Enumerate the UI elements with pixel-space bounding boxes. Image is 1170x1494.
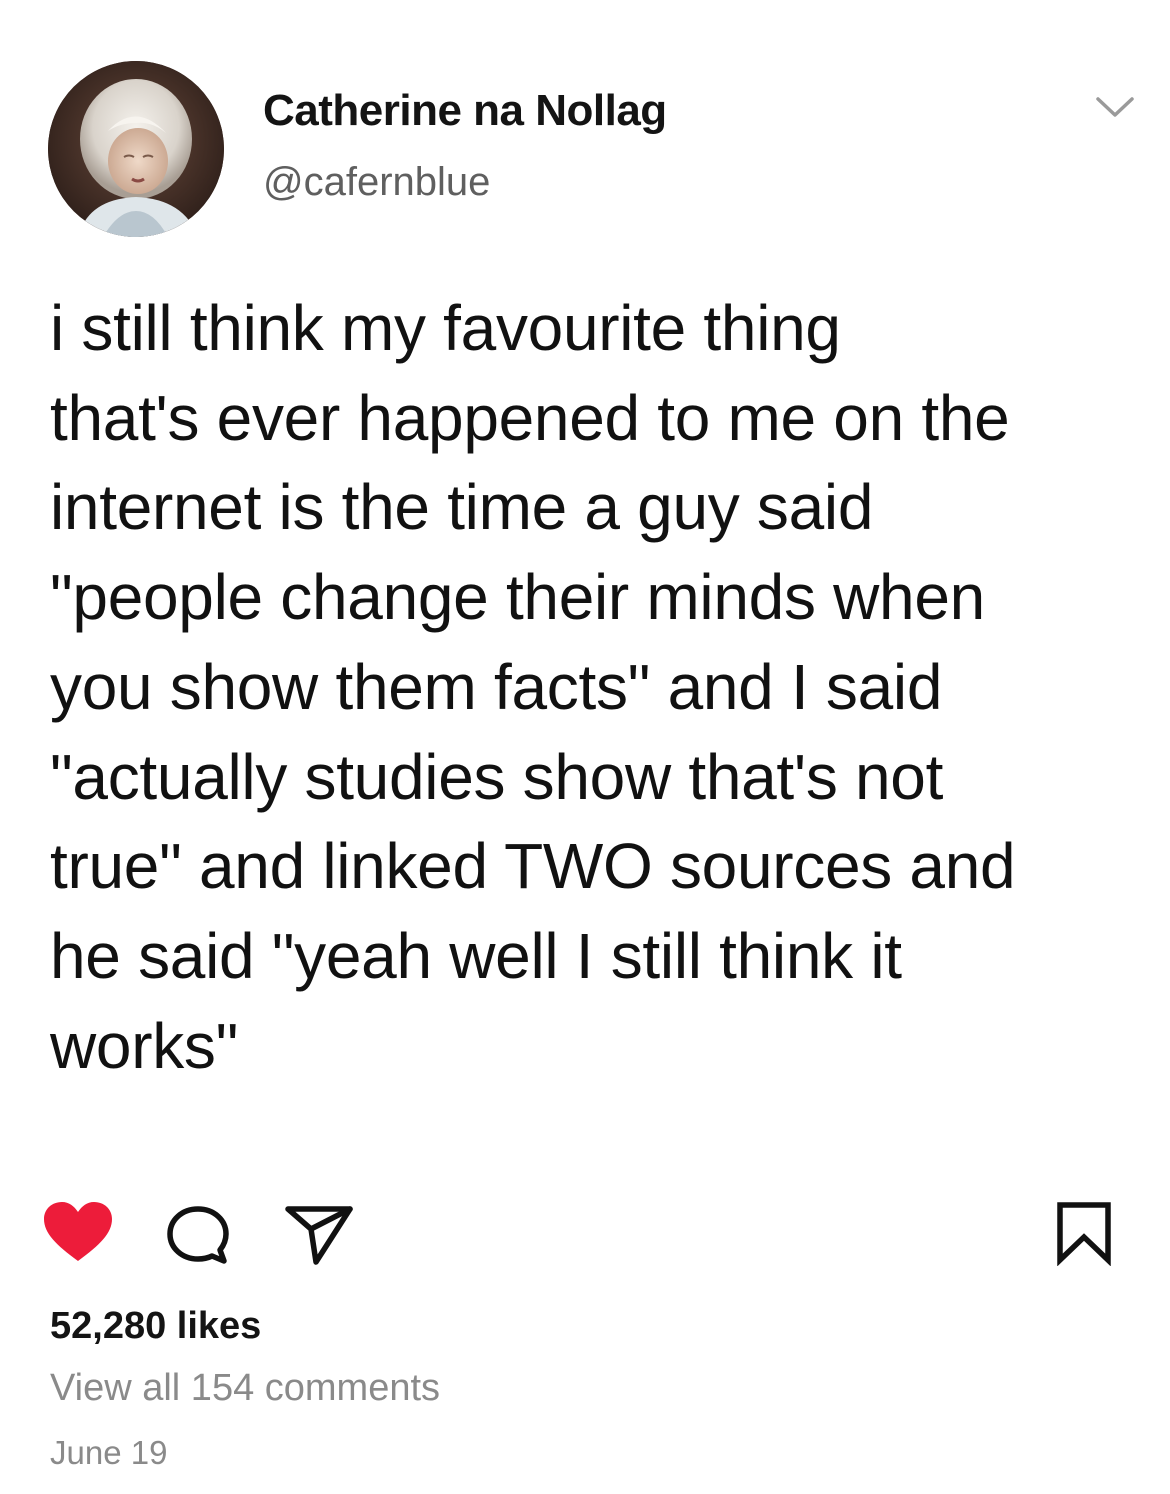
heart-icon[interactable] — [42, 1201, 114, 1270]
author-handle[interactable]: @cafernblue — [263, 160, 490, 205]
author-display-name[interactable]: Catherine na Nollag — [263, 86, 667, 136]
likes-count[interactable]: 52,280 likes — [50, 1305, 261, 1348]
chevron-down-icon[interactable] — [1094, 94, 1136, 120]
view-all-comments-link[interactable]: View all 154 comments — [50, 1367, 440, 1410]
bookmark-icon[interactable] — [1055, 1200, 1113, 1271]
profile-photo-icon — [48, 61, 224, 237]
comment-bubble-icon[interactable] — [164, 1204, 232, 1271]
send-paper-plane-icon[interactable] — [282, 1204, 356, 1271]
heart-fill — [44, 1202, 112, 1261]
post-date: June 19 — [50, 1434, 168, 1471]
post-text: i still think my favourite thing that's … — [50, 292, 1016, 1082]
action-bar — [0, 1190, 1170, 1280]
author-avatar[interactable] — [48, 61, 224, 237]
post-header: Catherine na Nollag @cafernblue — [0, 0, 1170, 250]
